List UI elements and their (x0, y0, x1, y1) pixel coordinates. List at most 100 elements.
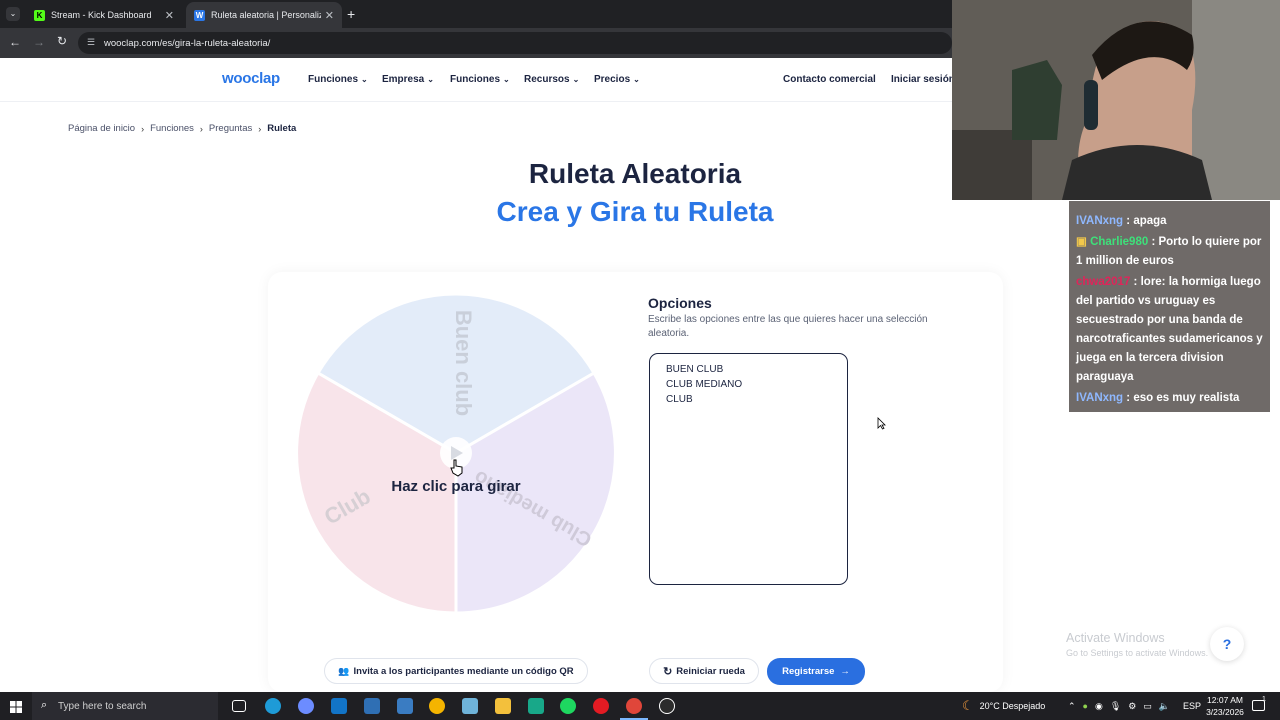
register-button[interactable]: Registrarse → (767, 658, 865, 685)
clock-time: 12:07 AM (1207, 695, 1243, 705)
taskbar-search[interactable]: ⌕ Type here to search (32, 692, 218, 720)
chat-user: IVANxng (1076, 215, 1124, 227)
wooclap-logo[interactable]: wooclap (222, 70, 280, 87)
invite-qr-button[interactable]: 👥 Invita a los participantes mediante un… (324, 658, 588, 684)
reload-icon[interactable]: ↻ (57, 34, 67, 48)
chat-message: IVANxng : apaga (1076, 215, 1167, 227)
copilot-icon[interactable] (298, 698, 314, 714)
roulette-wheel[interactable]: Buen club Club mediano Club (296, 293, 616, 613)
nav-label: Funciones (450, 74, 501, 85)
chevron-down-icon: ⌄ (572, 75, 580, 84)
breadcrumb-current: Ruleta (267, 123, 297, 134)
nav-precios[interactable]: Precios ⌄ (594, 74, 640, 85)
nav-funciones[interactable]: Funciones ⌄ (308, 74, 368, 85)
chevron-right-icon: › (141, 123, 145, 134)
nav-recursos[interactable]: Recursos ⌄ (524, 74, 579, 85)
tab-title: Ruleta aleatoria | Personaliza y gira (211, 10, 321, 20)
weather-text: 20°C Despejado (979, 701, 1046, 711)
chevron-right-icon: › (199, 123, 203, 134)
kick-favicon-icon: K (34, 9, 45, 21)
options-heading: Opciones (648, 295, 712, 311)
tab-list-button[interactable]: ⌄ (6, 7, 20, 21)
chat-message: chwa2017 : lore: la hormiga luego del pa… (1076, 276, 1263, 383)
mouse-pointer-icon (877, 417, 886, 430)
outlook-icon[interactable] (331, 698, 347, 714)
chevron-down-icon: ⌄ (427, 75, 434, 84)
options-description: Escribe las opciones entre las que quier… (648, 314, 928, 339)
tab-ruleta[interactable]: W Ruleta aleatoria | Personaliza y gira … (186, 2, 342, 28)
chevron-down-icon: ⌄ (361, 75, 368, 84)
chevron-up-icon: ⌃ (1068, 700, 1076, 711)
app-icon[interactable] (528, 698, 544, 714)
url-field[interactable]: ☰ wooclap.com/es/gira-la-ruleta-aleatori… (78, 32, 952, 54)
search-placeholder: Type here to search (58, 700, 147, 712)
nav-label: Recursos (524, 74, 570, 85)
chat-user: Charlie980 (1090, 236, 1149, 248)
chevron-down-icon: ⌄ (503, 75, 510, 84)
notepad-icon[interactable] (462, 698, 478, 714)
options-textarea[interactable]: BUEN CLUB CLUB MEDIANO CLUB (649, 353, 848, 585)
option-line: CLUB (666, 394, 693, 405)
tray-app-icon: ◉ (1094, 700, 1103, 711)
store-icon[interactable] (364, 698, 380, 714)
breadcrumb: Página de inicio › Funciones › Preguntas… (68, 123, 296, 134)
activate-windows-subtitle: Go to Settings to activate Windows. (1066, 648, 1209, 658)
wooclap-favicon-icon: W (194, 9, 205, 21)
breadcrumb-funciones[interactable]: Funciones (150, 123, 194, 134)
file-explorer-icon[interactable] (495, 698, 511, 714)
wheel-label-buen-club: Buen club (451, 310, 476, 416)
windows-start-icon[interactable] (10, 700, 22, 713)
browser-active-icon[interactable] (626, 698, 642, 714)
language-indicator[interactable]: ESP (1183, 692, 1201, 720)
clock[interactable]: 12:07 AM 3/23/2026 (1200, 694, 1250, 718)
reset-icon: ↻ (663, 665, 673, 678)
chat-text: apaga (1133, 215, 1167, 227)
obs-icon[interactable] (659, 698, 675, 714)
notification-count: 1 (1262, 696, 1266, 703)
chevron-right-icon: › (258, 123, 262, 134)
vscode-icon[interactable] (397, 698, 413, 714)
edge-icon[interactable] (265, 698, 281, 714)
breadcrumb-preguntas[interactable]: Preguntas (209, 123, 252, 134)
forward-icon[interactable]: → (33, 35, 45, 49)
chat-message: IVANxng : eso es muy realista (1076, 392, 1240, 404)
mouse-cursor-icon (450, 459, 463, 477)
tray-app-icon: ⚙ (1128, 700, 1137, 711)
reset-wheel-button[interactable]: ↻ Reiniciar rueda (649, 658, 759, 684)
chat-text: lore: la hormiga luego del partido vs ur… (1076, 276, 1263, 383)
arrow-right-icon: → (840, 666, 850, 677)
tab-kick-dashboard[interactable]: K Stream - Kick Dashboard ✕ (26, 2, 182, 28)
chrome-icon[interactable] (429, 698, 445, 714)
nav-funciones-2[interactable]: Funciones ⌄ (450, 74, 510, 85)
microphone-icon: 🎙 (1109, 700, 1122, 711)
activate-windows-title: Activate Windows (1066, 631, 1165, 645)
tab-title: Stream - Kick Dashboard (51, 10, 152, 20)
breadcrumb-home[interactable]: Página de inicio (68, 123, 135, 134)
site-info-icon[interactable]: ☰ (87, 37, 95, 48)
nav-label: Funciones (308, 74, 359, 85)
chat-text: eso es muy realista (1133, 392, 1240, 404)
close-tab-icon[interactable]: ✕ (325, 9, 334, 22)
task-view-icon[interactable] (232, 700, 246, 712)
weather-icon: ☾ (962, 698, 974, 713)
option-line: CLUB MEDIANO (666, 379, 743, 390)
chat-user: chwa2017 (1076, 276, 1131, 288)
tray-icons[interactable]: ⌃ ● ◉ 🎙 ⚙ ▭ 🔈 (1068, 692, 1170, 720)
chevron-down-icon: ⌄ (633, 75, 640, 84)
spotify-icon[interactable] (560, 698, 576, 714)
contact-sales-link[interactable]: Contacto comercial (783, 74, 876, 85)
login-link[interactable]: Iniciar sesión (891, 74, 955, 85)
chat-user: IVANxng (1076, 392, 1124, 404)
chat-message: ▣ Charlie980 : Porto lo quiere por 1 mil… (1076, 236, 1262, 267)
reset-label: Reiniciar rueda (676, 665, 745, 677)
nav-empresa[interactable]: Empresa ⌄ (382, 74, 434, 85)
webcam-image (952, 0, 1280, 200)
new-tab-button[interactable]: + (347, 6, 355, 22)
opera-icon[interactable] (593, 698, 609, 714)
back-icon[interactable]: ← (9, 35, 21, 49)
nav-label: Empresa (382, 74, 425, 85)
weather-widget[interactable]: ☾ 20°C Despejado (962, 692, 1045, 720)
help-button[interactable]: ? (1210, 627, 1244, 661)
clock-date: 3/23/2026 (1206, 707, 1244, 717)
close-tab-icon[interactable]: ✕ (165, 9, 174, 22)
